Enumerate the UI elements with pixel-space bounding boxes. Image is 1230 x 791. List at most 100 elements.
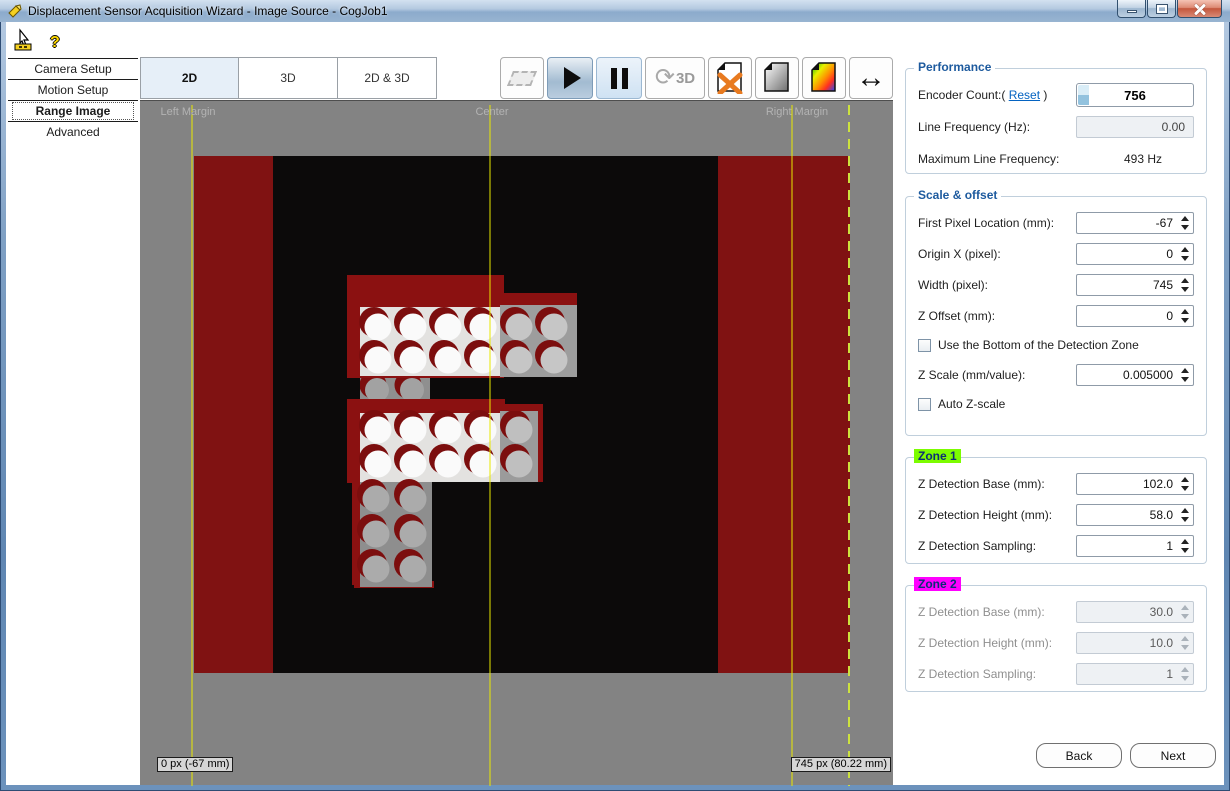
zone2-sampling-label: Z Detection Sampling: [918, 667, 1036, 681]
sidebar-item-advanced[interactable]: Advanced [6, 122, 140, 142]
encoder-count-value: 756 [1124, 88, 1146, 103]
performance-group-title: Performance [914, 60, 995, 74]
pointer-ruler-icon[interactable] [14, 28, 38, 52]
use-bottom-checkbox[interactable] [918, 339, 931, 352]
next-button[interactable]: Next [1130, 743, 1216, 768]
title-bar[interactable]: Displacement Sensor Acquisition Wizard -… [0, 0, 1230, 22]
window-title: Displacement Sensor Acquisition Wizard -… [28, 0, 388, 22]
spinner-arrows [1181, 636, 1189, 650]
window-content: ? Camera Setup Motion Setup Range Image … [6, 22, 1224, 785]
width-field[interactable]: 745 [1076, 274, 1194, 296]
line-frequency-value: 0.00 [1162, 120, 1185, 134]
zone1-height-row: Z Detection Height (mm): 58.0 [906, 499, 1206, 530]
pan-horizontal-button[interactable]: ↔ [849, 57, 893, 99]
zone1-base-label: Z Detection Base (mm): [918, 477, 1045, 491]
width-label: Width (pixel): [918, 278, 988, 292]
zone2-sampling-row: Z Detection Sampling: 1 [906, 658, 1206, 689]
zone1-height-label: Z Detection Height (mm): [918, 508, 1052, 522]
toolbar-buttons: ⟳ 3D [500, 57, 893, 99]
zone2-height-label: Z Detection Height (mm): [918, 636, 1052, 650]
first-pixel-location-field[interactable]: -67 [1076, 212, 1194, 234]
pan-horizontal-icon: ↔ [856, 63, 886, 93]
spinner-arrows[interactable] [1181, 508, 1189, 522]
first-pixel-location-label: First Pixel Location (mm): [918, 216, 1054, 230]
settings-panel: Performance Encoder Count:( Reset ) 756 … [893, 22, 1224, 785]
encoder-count-field[interactable]: 756 [1076, 83, 1194, 107]
tab-2d[interactable]: 2D [140, 57, 239, 99]
sidebar-item-camera-setup[interactable]: Camera Setup [6, 59, 140, 79]
left-coordinate-readout: 0 px (-67 mm) [157, 757, 233, 772]
palette-none-icon [716, 62, 744, 94]
sidebar-item-motion-setup[interactable]: Motion Setup [6, 80, 140, 100]
range-image-viewer[interactable]: Left Margin Center Right Margin 0 px (-6… [140, 100, 893, 785]
zone2-base-field: 30.0 [1076, 601, 1194, 623]
z-offset-field[interactable]: 0 [1076, 305, 1194, 327]
palette-grayscale-button[interactable] [755, 57, 799, 99]
spinner-arrows[interactable] [1181, 368, 1189, 382]
spinner-arrows[interactable] [1181, 309, 1189, 323]
app-icon [7, 3, 23, 19]
encoder-count-label: Encoder Count:( Reset ) [918, 88, 1047, 102]
auto-z-scale-checkbox-label: Auto Z-scale [938, 397, 1005, 411]
close-button[interactable] [1177, 0, 1222, 18]
z-scale-field[interactable]: 0.005000 [1076, 364, 1194, 386]
reset-link[interactable]: Reset [1009, 88, 1040, 102]
line-frequency-field: 0.00 [1076, 116, 1194, 138]
z-scale-label: Z Scale (mm/value): [918, 368, 1025, 382]
zone1-base-row: Z Detection Base (mm): 102.0 [906, 468, 1206, 499]
back-button[interactable]: Back [1036, 743, 1122, 768]
tab-3d[interactable]: 3D [239, 57, 338, 99]
zone1-sampling-field[interactable]: 1 [1076, 535, 1194, 557]
range-image-canvas [140, 101, 893, 786]
width-row: Width (pixel): 745 [906, 269, 1206, 300]
region-tool-button[interactable] [500, 57, 544, 99]
region-tool-icon [507, 71, 537, 86]
z-offset-label: Z Offset (mm): [918, 309, 995, 323]
palette-grayscale-icon [763, 62, 791, 94]
refresh-3d-button[interactable]: ⟳ 3D [645, 57, 705, 99]
palette-color-icon [810, 62, 838, 94]
tab-2d-and-3d[interactable]: 2D & 3D [338, 57, 437, 99]
palette-color-button[interactable] [802, 57, 846, 99]
pause-button[interactable] [596, 57, 642, 99]
palette-none-button[interactable] [708, 57, 752, 99]
help-icon[interactable]: ? [50, 34, 60, 52]
encoder-label-prefix: Encoder Count:( [918, 88, 1009, 102]
zone2-height-row: Z Detection Height (mm): 10.0 [906, 627, 1206, 658]
zone2-group: Zone 2 Z Detection Base (mm): 30.0 Z Det… [905, 585, 1207, 692]
origin-x-row: Origin X (pixel): 0 [906, 238, 1206, 269]
zone2-height-field: 10.0 [1076, 632, 1194, 654]
maximize-icon [1157, 5, 1167, 13]
play-button[interactable] [547, 57, 593, 99]
zone2-sampling-field: 1 [1076, 663, 1194, 685]
view-tabs: 2D 3D 2D & 3D [140, 57, 437, 99]
right-margin-label: Right Margin [766, 106, 828, 118]
zone1-sampling-row: Z Detection Sampling: 1 [906, 530, 1206, 561]
center-label: Center [475, 106, 508, 118]
viewer-toolbar: 2D 3D 2D & 3D ⟳ 3D [140, 57, 893, 100]
sidebar-nav: Camera Setup Motion Setup Range Image Ad… [6, 58, 140, 142]
pause-icon [611, 68, 628, 89]
zone1-group-title: Zone 1 [914, 449, 961, 463]
window-frame: Displacement Sensor Acquisition Wizard -… [0, 0, 1230, 791]
zone1-height-field[interactable]: 58.0 [1076, 504, 1194, 526]
zone2-group-title: Zone 2 [914, 577, 961, 591]
spinner-arrows[interactable] [1181, 477, 1189, 491]
scale-offset-group-title: Scale & offset [914, 188, 1001, 202]
max-line-frequency-label: Maximum Line Frequency: [918, 152, 1059, 166]
sidebar-item-range-image[interactable]: Range Image [12, 102, 134, 120]
spinner-arrows[interactable] [1181, 539, 1189, 553]
spinner-arrows[interactable] [1181, 247, 1189, 261]
spinner-arrows [1181, 667, 1189, 681]
origin-x-field[interactable]: 0 [1076, 243, 1194, 265]
maximize-button[interactable] [1147, 0, 1176, 18]
auto-z-scale-checkbox[interactable] [918, 398, 931, 411]
use-bottom-checkbox-label: Use the Bottom of the Detection Zone [938, 338, 1139, 352]
zone1-base-field[interactable]: 102.0 [1076, 473, 1194, 495]
minimize-button[interactable] [1117, 0, 1146, 18]
zone2-base-row: Z Detection Base (mm): 30.0 [906, 596, 1206, 627]
spinner-arrows[interactable] [1181, 216, 1189, 230]
scale-offset-group: Scale & offset First Pixel Location (mm)… [905, 196, 1207, 436]
spinner-arrows[interactable] [1181, 278, 1189, 292]
encoder-count-row: Encoder Count:( Reset ) 756 [906, 79, 1206, 111]
